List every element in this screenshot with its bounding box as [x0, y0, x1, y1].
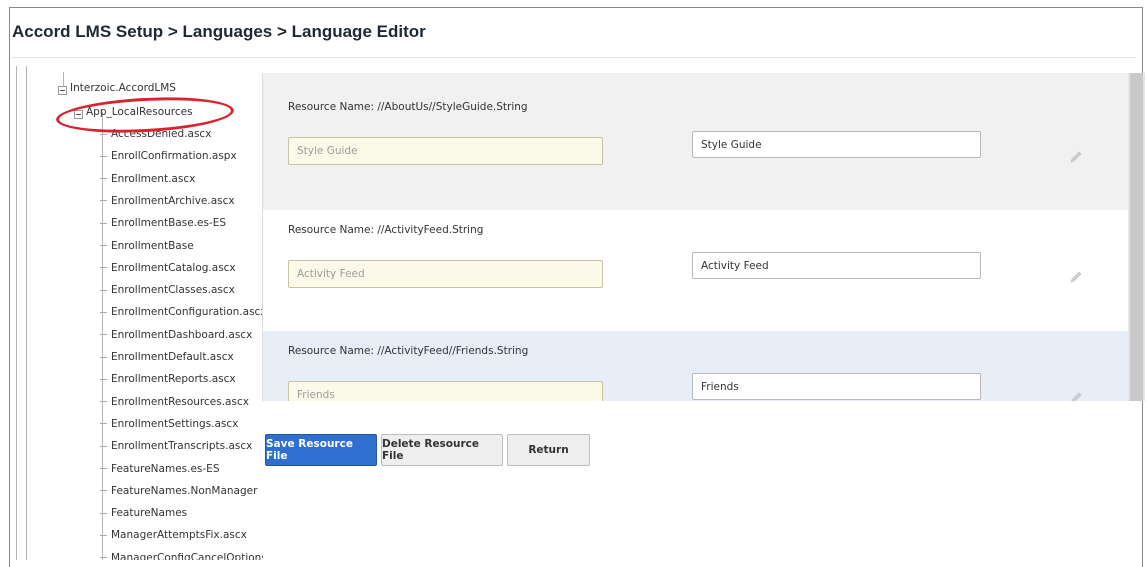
tree-leaf-item[interactable]: EnrollmentTranscripts.ascx	[100, 435, 252, 457]
tree-guide-line	[26, 66, 27, 560]
page-title: Accord LMS Setup > Languages > Language …	[12, 22, 426, 41]
tree-connector	[100, 334, 107, 336]
tree-leaf-item[interactable]: EnrollmentBase.es-ES	[100, 212, 226, 234]
tree-leaf-item[interactable]: FeatureNames.es-ES	[100, 458, 219, 480]
pencil-icon[interactable]	[1069, 270, 1083, 284]
delete-resource-file-button[interactable]: Delete Resource File	[381, 434, 503, 466]
tree-leaf-label: EnrollmentBase.es-ES	[111, 217, 227, 230]
tree-leaf-item[interactable]: EnrollmentBase	[100, 235, 194, 257]
tree-leaf-label: EnrollmentArchive.ascx	[111, 194, 235, 207]
tree-leaf-label: FeatureNames	[111, 507, 188, 520]
tree-leaf-item[interactable]: AccessDenied.ascx	[100, 123, 211, 145]
localized-text-field[interactable]	[692, 131, 981, 158]
scrollbar-thumb[interactable]	[1130, 73, 1143, 401]
tree-leaf-item[interactable]: EnrollmentResources.ascx	[100, 391, 249, 413]
tree-connector	[100, 356, 107, 358]
tree-node-app-localresources[interactable]: App_LocalResources	[86, 106, 193, 118]
tree-connector	[100, 200, 107, 202]
tree-leaf-item[interactable]: FeatureNames.NonManager	[100, 480, 257, 502]
tree-leaf-label: EnrollmentDashboard.ascx	[111, 328, 253, 341]
tree-leaf-item[interactable]: ManagerConfigCancelOptions.ascx	[100, 547, 263, 560]
resource-name: Resource Name: //ActivityFeed.String	[288, 224, 484, 236]
tree-connector	[100, 557, 107, 559]
default-text-field[interactable]	[288, 260, 603, 288]
collapse-icon[interactable]	[58, 86, 67, 95]
tree-connector	[100, 490, 107, 492]
tree-connector	[100, 311, 107, 313]
tree-leaf-item[interactable]: EnrollmentReports.ascx	[100, 368, 236, 390]
resource-list[interactable]: Resource Name: //AboutUs//StyleGuide.Str…	[262, 73, 1146, 401]
tree-leaf-item[interactable]: EnrollConfirmation.aspx	[100, 145, 237, 167]
resource-tree: Interzoic.AccordLMS App_LocalResources A…	[13, 66, 263, 560]
pencil-icon[interactable]	[1069, 391, 1083, 401]
tree-connector	[100, 267, 107, 269]
tree-leaf-label: EnrollmentTranscripts.ascx	[111, 440, 253, 453]
return-button[interactable]: Return	[507, 434, 590, 466]
tree-leaf-item[interactable]: EnrollmentSettings.ascx	[100, 413, 238, 435]
tree-leaf-label: EnrollConfirmation.aspx	[111, 150, 237, 163]
tree-connector	[100, 378, 107, 380]
tree-leaf-label: FeatureNames.NonManager	[111, 484, 258, 497]
tree-leaf-item[interactable]: EnrollmentClasses.ascx	[100, 279, 235, 301]
resource-row: Resource Name: //ActivityFeed.String	[263, 210, 1129, 331]
tree-leaf-label: EnrollmentResources.ascx	[111, 395, 249, 408]
tree-leaf-label: EnrollmentDefault.ascx	[111, 351, 234, 363]
resource-name: Resource Name: //AboutUs//StyleGuide.Str…	[288, 101, 528, 113]
tree-leaf-item[interactable]: EnrollmentCatalog.ascx	[100, 257, 236, 279]
tree-connector	[100, 534, 107, 536]
tree-connector	[100, 245, 107, 246]
tree-leaf-label: ManagerAttemptsFix.ascx	[111, 529, 247, 542]
tree-leaf-label: ManagerConfigCancelOptions.ascx	[111, 551, 263, 560]
tree-connector	[100, 222, 107, 224]
tree-leaf-label: EnrollmentClasses.ascx	[111, 284, 235, 297]
tree-leaf-item[interactable]: EnrollmentConfiguration.ascx	[100, 301, 263, 323]
tree-node-root[interactable]: Interzoic.AccordLMS	[70, 82, 176, 94]
default-text-field[interactable]	[288, 137, 603, 165]
title-divider	[12, 57, 1136, 58]
resource-row: Resource Name: //ActivityFeed//Friends.S…	[263, 331, 1129, 401]
localized-text-field[interactable]	[692, 373, 981, 400]
tree-leaf-label: EnrollmentConfiguration.ascx	[111, 306, 263, 319]
tree-connector	[100, 155, 107, 157]
tree-connector	[100, 401, 107, 403]
tree-leaf-item[interactable]: EnrollmentDefault.ascx	[100, 346, 234, 368]
tree-leaf-label: FeatureNames.es-ES	[111, 462, 220, 475]
tree-leaf-label: AccessDenied.ascx	[111, 128, 212, 140]
tree-leaf-item[interactable]: Enrollment.ascx	[100, 168, 195, 190]
tree-leaf-label: Enrollment.ascx	[111, 172, 196, 185]
tree-leaf-label: EnrollmentBase	[111, 239, 194, 252]
tree-guide-line	[16, 66, 17, 560]
collapse-icon[interactable]	[74, 110, 83, 119]
tree-leaf-item[interactable]: EnrollmentArchive.ascx	[100, 190, 235, 212]
localized-text-field[interactable]	[692, 252, 981, 279]
tree-connector	[100, 423, 107, 425]
resource-row: Resource Name: //AboutUs//StyleGuide.Str…	[263, 73, 1129, 210]
tree-connector	[100, 133, 107, 135]
tree-leaf-label: EnrollmentSettings.ascx	[111, 417, 239, 430]
tree-leaf-label: EnrollmentReports.ascx	[111, 373, 236, 386]
tree-connector	[100, 468, 107, 469]
tree-connector	[100, 289, 107, 291]
tree-leaf-label: EnrollmentCatalog.ascx	[111, 261, 236, 274]
resource-name: Resource Name: //ActivityFeed//Friends.S…	[288, 345, 529, 357]
default-text-field[interactable]	[288, 381, 603, 401]
tree-leaf-item[interactable]: ManagerAttemptsFix.ascx	[100, 524, 247, 546]
tree-connector	[100, 178, 107, 180]
save-resource-file-button[interactable]: Save Resource File	[265, 434, 377, 466]
tree-connector	[100, 512, 107, 514]
tree-leaf-item[interactable]: FeatureNames	[100, 502, 187, 524]
tree-connector	[100, 445, 107, 447]
pencil-icon[interactable]	[1069, 150, 1083, 164]
tree-leaf-item[interactable]: EnrollmentDashboard.ascx	[100, 324, 252, 346]
